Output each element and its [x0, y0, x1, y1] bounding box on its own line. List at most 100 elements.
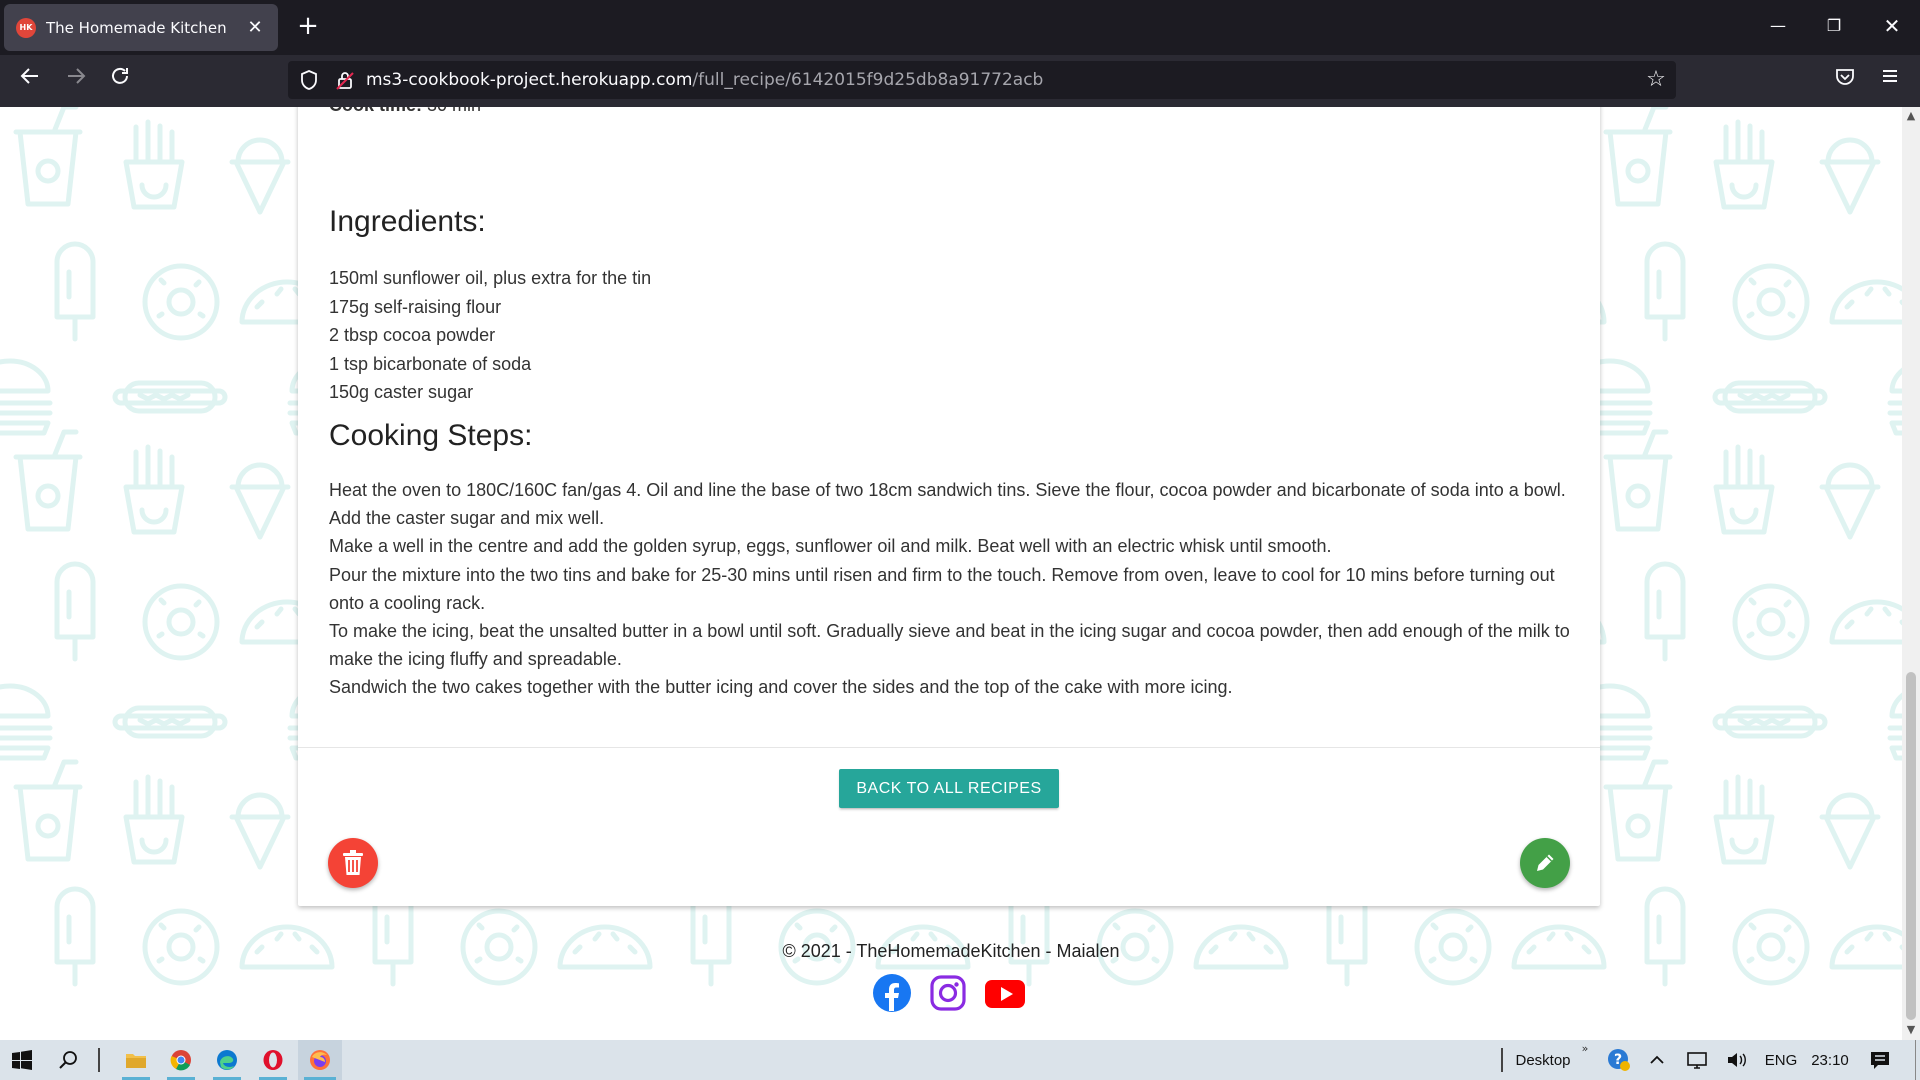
- ingredients-list: 150ml sunflower oil, plus extra for the …: [329, 264, 651, 407]
- back-icon[interactable]: [14, 65, 46, 97]
- ingredients-heading: Ingredients:: [329, 205, 486, 238]
- edit-recipe-button[interactable]: [1520, 838, 1570, 888]
- donut-icon: [1732, 263, 1810, 341]
- tracking-protection-shield-icon[interactable]: [298, 69, 320, 91]
- cooking-step-item: Sandwich the two cakes together with the…: [329, 677, 1233, 698]
- pocket-icon[interactable]: [1829, 65, 1861, 97]
- restore-icon[interactable]: ❐: [1814, 10, 1854, 42]
- tab-title: The Homemade Kitchen: [46, 18, 227, 37]
- fries-icon: [1713, 774, 1775, 865]
- youtube-icon[interactable]: [984, 974, 1026, 1012]
- scrollbar-thumb[interactable]: [1906, 672, 1916, 1020]
- burger-icon: [1887, 692, 1902, 761]
- fries-icon: [123, 119, 185, 210]
- volume-icon[interactable]: [1722, 1040, 1752, 1080]
- clock-time: 23:10: [1811, 1051, 1849, 1069]
- file-explorer-icon[interactable]: [116, 1040, 156, 1080]
- ice-cream-cone-icon: [1819, 137, 1881, 215]
- donut-icon: [142, 263, 220, 341]
- bookmark-star-icon[interactable]: ☆: [1644, 69, 1668, 93]
- scroll-down-icon[interactable]: ▼: [1904, 1023, 1918, 1037]
- language-label: ENG: [1764, 1051, 1798, 1069]
- windows-start-icon[interactable]: [0, 1040, 44, 1080]
- url-path: /full_recipe/6142015f9d25db8a91772acb: [692, 70, 1044, 90]
- cooking-step-item: Make a well in the centre and add the go…: [329, 536, 1332, 557]
- popsicle-icon: [54, 561, 96, 662]
- show-hidden-icons-chevron-up-icon[interactable]: [1642, 1040, 1672, 1080]
- input-language[interactable]: ENG: [1760, 1040, 1802, 1080]
- hamburger-menu-icon[interactable]: [1874, 65, 1906, 97]
- instagram-icon[interactable]: [929, 974, 967, 1012]
- hotdog-icon: [112, 380, 228, 414]
- edge-icon[interactable]: [207, 1040, 247, 1080]
- burger-icon: [0, 683, 53, 761]
- scroll-up-icon[interactable]: ▲: [1904, 109, 1918, 123]
- url-host: ms3-cookbook-project.herokuapp.com: [366, 70, 693, 90]
- chrome-icon[interactable]: [161, 1040, 201, 1080]
- fries-icon: [1713, 119, 1775, 210]
- firefox-icon[interactable]: [298, 1040, 342, 1080]
- ice-cream-cone-icon: [229, 792, 291, 870]
- facebook-icon[interactable]: [873, 974, 911, 1012]
- clock[interactable]: 23:10: [1806, 1040, 1854, 1080]
- page-footer: © 2021 - TheHomemadeKitchen - Maialen: [0, 922, 1902, 1040]
- notifications-icon[interactable]: [1862, 1040, 1898, 1080]
- popsicle-icon: [1644, 241, 1686, 342]
- trash-icon: [343, 850, 363, 875]
- tab-strip: HK The Homemade Kitchen ✕ + — ❐ ✕: [0, 0, 1920, 55]
- address-bar[interactable]: ms3-cookbook-project.herokuapp.com/full_…: [288, 61, 1676, 99]
- pencil-icon: [1537, 854, 1554, 871]
- cooking-step-item: Pour the mixture into the two tins and b…: [329, 564, 1555, 613]
- fries-icon: [1713, 444, 1775, 535]
- taco-icon: [1829, 599, 1902, 645]
- burger-icon: [0, 358, 53, 436]
- minimize-icon[interactable]: —: [1758, 10, 1798, 42]
- site-favicon-icon: HK: [16, 17, 36, 38]
- hotdog-icon: [1712, 380, 1828, 414]
- cook-time-value: 30 min: [427, 107, 481, 115]
- delete-recipe-button[interactable]: [328, 838, 378, 888]
- close-icon[interactable]: ✕: [1872, 10, 1912, 42]
- ice-cream-cone-icon: [229, 462, 291, 540]
- url-text[interactable]: ms3-cookbook-project.herokuapp.com/full_…: [366, 70, 1043, 90]
- drink-cup-icon: [13, 759, 83, 862]
- hotdog-icon: [112, 705, 228, 739]
- ice-cream-cone-icon: [1819, 462, 1881, 540]
- cook-time: Cook time: 30 min: [329, 107, 481, 116]
- new-tab-button[interactable]: +: [292, 10, 324, 42]
- cook-time-label: Cook time:: [329, 107, 422, 115]
- tab-the-homemade-kitchen[interactable]: HK The Homemade Kitchen ✕: [4, 4, 278, 51]
- copyright-text: © 2021 - TheHomemadeKitchen - Maialen: [782, 941, 1120, 961]
- back-to-all-recipes-button[interactable]: BACK TO ALL RECIPES: [839, 769, 1059, 808]
- hotdog-icon: [1712, 705, 1828, 739]
- popsicle-icon: [1644, 561, 1686, 662]
- popsicle-icon: [54, 241, 96, 342]
- cooking-steps-heading: Cooking Steps:: [329, 419, 533, 452]
- ingredient-item: 1 tsp bicarbonate of soda: [329, 353, 532, 374]
- ingredient-item: 150ml sunflower oil, plus extra for the …: [329, 268, 652, 288]
- ingredient-item: 175g self-raising flour: [329, 296, 502, 317]
- show-desktop-button[interactable]: [1910, 1040, 1920, 1080]
- taco-icon: [1829, 279, 1902, 325]
- search-icon[interactable]: [48, 1040, 90, 1080]
- card-action: BACK TO ALL RECIPES: [298, 747, 1600, 887]
- cooking-step-item: To make the icing, beat the unsalted but…: [329, 621, 1570, 670]
- ingredient-item: 150g caster sugar: [329, 382, 474, 402]
- desktop-toolbar[interactable]: Desktop: [1510, 1040, 1576, 1080]
- toolbar-overflow-icon[interactable]: »: [1578, 1040, 1592, 1080]
- donut-icon: [1732, 583, 1810, 661]
- ice-cream-cone-icon: [1819, 792, 1881, 870]
- reload-icon[interactable]: [104, 65, 136, 97]
- forward-icon[interactable]: [60, 65, 92, 97]
- cooking-step-item: Heat the oven to 180C/160C fan/gas 4. Oi…: [329, 480, 1566, 529]
- opera-icon[interactable]: [253, 1040, 293, 1080]
- page-scrollbar[interactable]: ▲ ▼: [1902, 107, 1920, 1040]
- ice-cream-cone-icon: [229, 137, 291, 215]
- fries-icon: [123, 444, 185, 535]
- tab-close-icon[interactable]: ✕: [244, 17, 266, 38]
- recipe-card: Cook time: 30 min Ingredients: 150ml sun…: [298, 107, 1600, 906]
- help-icon[interactable]: ?: [1602, 1040, 1636, 1080]
- navigation-toolbar: ms3-cookbook-project.herokuapp.com/full_…: [0, 55, 1920, 107]
- insecure-lock-icon[interactable]: [334, 69, 356, 91]
- network-icon[interactable]: [1682, 1040, 1712, 1080]
